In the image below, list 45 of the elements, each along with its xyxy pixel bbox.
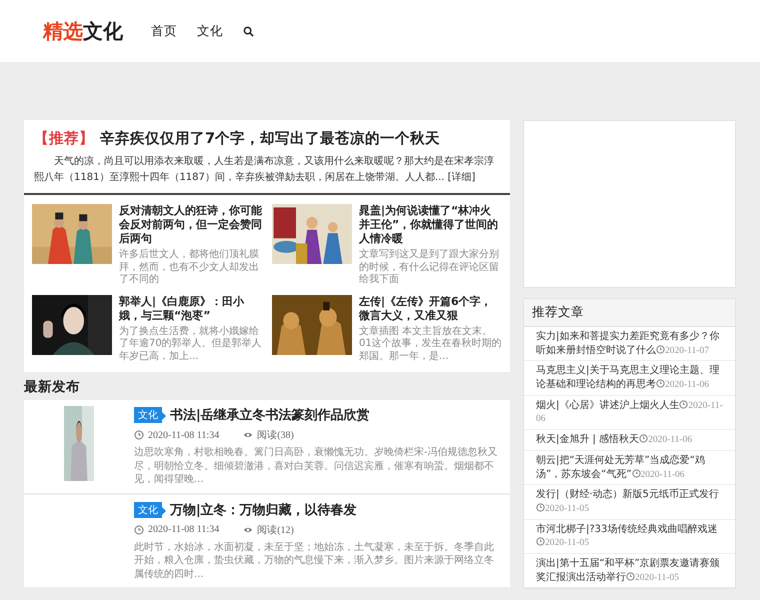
featured-title[interactable]: 辛弃疾仅仅用了7个字，却写出了最苍凉的一个秋天 xyxy=(100,129,440,148)
sidebar-link[interactable]: 市河北梆子|?33场传统经典戏曲唱醉戏迷 2020-11-05 xyxy=(536,522,725,550)
clock-icon xyxy=(679,400,688,409)
article-excerpt: 文章写到这又是到了跟大家分别的时候，有什么记得在评论区留给我下面 xyxy=(359,249,500,287)
clock-icon xyxy=(536,537,545,546)
sidebar-heading: 推荐文章 xyxy=(524,299,735,327)
article-title[interactable]: 晁盖|为何说读懂了“林冲火并王伦”，你就懂得了世间的人情冷暖 xyxy=(359,204,502,246)
sidebar-link[interactable]: 秋天|金旭升 | 感悟秋天 2020-11-06 xyxy=(536,433,725,448)
clock-icon xyxy=(536,502,545,512)
section-heading: 最新发布 xyxy=(24,378,81,396)
detail-link[interactable]: [详细] xyxy=(448,172,476,182)
clock-icon xyxy=(632,468,641,478)
post-date: 2020-11-08 11:34 xyxy=(148,430,220,441)
sidebar-link[interactable]: 实力|如来和菩提实力差距究竟有多少？你听如来册封悟空时说了什么 2020-11-07 xyxy=(536,330,725,358)
article-excerpt: 文章插图 本文主旨放在文末。01这个故事，发生在春秋时期的郑国。那一年，是... xyxy=(359,326,502,364)
clock-icon xyxy=(626,572,635,580)
search-icon xyxy=(243,26,254,36)
logo-text[interactable]: 精选 xyxy=(43,18,83,44)
article-title[interactable]: 书法|岳继承立冬书法篆刻作品欣赏 xyxy=(170,406,370,424)
article-excerpt: 边思吹寒角，村歌相晚春。篱门日高卧，衰懒愧无功。岁晚倚栏宋-冯伯规德忽秋又尽，明朝恰立冬。细倾碧澈港，喜对白芙蓉。问信迟宾雁，催寒有响蛩。烟烟都不见，闻得望晚... xyxy=(134,446,499,487)
clock-icon xyxy=(639,434,648,444)
nav-link[interactable]: 文化 xyxy=(197,22,223,40)
article-title[interactable]: 左传|《左传》开篇6个字，微言大义，又准又狠 xyxy=(359,294,502,323)
sidebar-link[interactable]: 发行|（财经·动态）新版5元纸币正式发行 2020-11-05 xyxy=(536,488,725,516)
clock-icon xyxy=(134,430,144,440)
logo-text[interactable]: 文化 xyxy=(83,18,123,44)
featured-excerpt: 天气的凉，尚且可以用添衣来取暖，人生若是满布凉意，又该用什么来取暖呢？那大约是在宋孝宗淳熙八年（1181）至淳熙十四年（1187）间，辛弃疾被弹劾去职，闲居在上饶带湖。人人都... [详细] xyxy=(34,154,495,184)
featured-tag: 【推荐】 xyxy=(34,129,94,148)
post-date: 2020-11-08 11:34 xyxy=(148,524,220,536)
clock-icon xyxy=(656,344,665,354)
sidebar-link[interactable]: 马克思主义|关于马克思主义理论主题、理论基础和理论结构的再思考 2020-11-06 xyxy=(536,364,725,392)
clock-icon xyxy=(656,378,665,388)
sidebar-link[interactable]: 烟火|《心居》讲述沪上烟火人生 2020-11-06 xyxy=(536,398,725,426)
sidebar-link[interactable]: 朝云|把“天涯何处无芳草”当成恋爱“鸡汤”，苏东坡会“气死” 2020-11-06 xyxy=(536,454,725,482)
nav-link[interactable]: 首页 xyxy=(151,22,177,40)
clock-icon xyxy=(134,524,144,535)
view-count: 阅读(38) xyxy=(257,428,294,442)
article-excerpt: 许多后世文人，都将他们顶礼膜拜，然而，也有不少文人却发出了不同的 xyxy=(119,249,260,287)
article-title[interactable]: 万物|立冬：万物归藏，以待春发 xyxy=(170,500,357,519)
article-title[interactable]: 反对清朝文人的狂诗，你可能会反对前两句，但一定会赞同后两句 xyxy=(119,204,262,246)
article-excerpt: 为了换点生活费，就将小娥嫁给了年逾70的郭举人。但是郭举人年岁已高，加上... xyxy=(119,326,262,364)
article-excerpt: 此时节，水始冰，水面初凝，未至于坚；地始冻，土气凝寒，未至于拆。冬季自此开始，粮入仓廪，蛰虫伏藏，万物的气息慢下来，渐入梦乡。图片来源于网络立冬属传统的四时... xyxy=(134,540,495,582)
article-title[interactable]: 郭举人|《白鹿原》：田小娥，与三颗“泡枣” xyxy=(119,294,262,323)
sidebar-link[interactable]: 演出|第十五届“和平杯”京剧票友邀请赛颁奖汇报演出活动举行 2020-11-05 xyxy=(536,557,725,584)
view-count: 阅读(12) xyxy=(257,524,294,537)
